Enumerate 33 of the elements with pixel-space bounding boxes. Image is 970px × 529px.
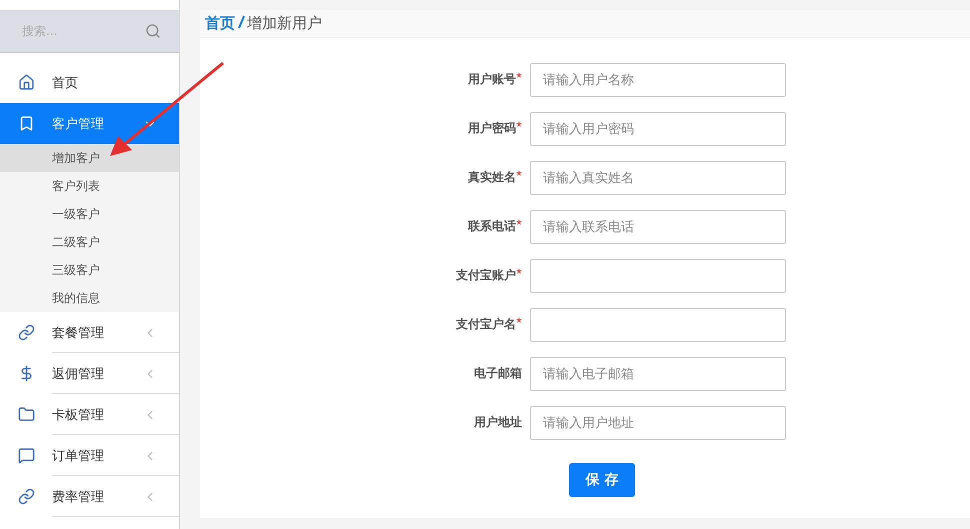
menu-icon [18,74,34,91]
field-label: 电子邮箱 [474,365,522,382]
search-field[interactable]: 搜索... [20,23,134,39]
field-label: 用户地址 [474,414,522,431]
save-button[interactable]: 保 存 [569,463,635,497]
menu-icon [18,488,34,505]
input-field[interactable]: 请输入电子邮箱 [530,357,786,391]
field-label: 用户账号 [468,71,516,88]
menu-icon [18,406,34,423]
input-field[interactable] [530,308,786,342]
page-title: 增加新用户 [247,14,322,33]
input-field[interactable]: 请输入联系电话 [530,210,786,244]
field-label: 真实姓名 [468,169,516,186]
sidebar-item[interactable]: 客户管理 [0,103,179,144]
submenu-item[interactable]: 三级客户 [0,256,179,284]
submenu-item[interactable]: 一级客户 [0,200,179,228]
submenu-item[interactable]: 客户列表 [0,172,179,200]
input-field[interactable] [530,259,786,293]
input-field[interactable]: 请输入用户密码 [530,112,786,146]
menu-icon [18,447,34,464]
submenu-item[interactable]: 增加客户 [0,144,179,172]
input-field[interactable]: 请输入真实姓名 [530,161,786,195]
field-label: 支付宝账户 [456,267,516,284]
menu-icon [18,324,34,341]
input-field[interactable]: 请输入用户地址 [530,406,786,440]
field-label: 用户密码 [468,120,516,137]
field-label: 支付宝户名 [456,316,516,333]
field-label: 联系电话 [468,218,516,235]
input-field[interactable]: 请输入用户名称 [530,63,786,97]
breadcrumb-link[interactable]: 首页 [205,14,235,33]
search-icon[interactable] [145,23,161,39]
submenu-item[interactable]: 我的信息 [0,284,179,312]
submenu-item[interactable]: 二级客户 [0,228,179,256]
